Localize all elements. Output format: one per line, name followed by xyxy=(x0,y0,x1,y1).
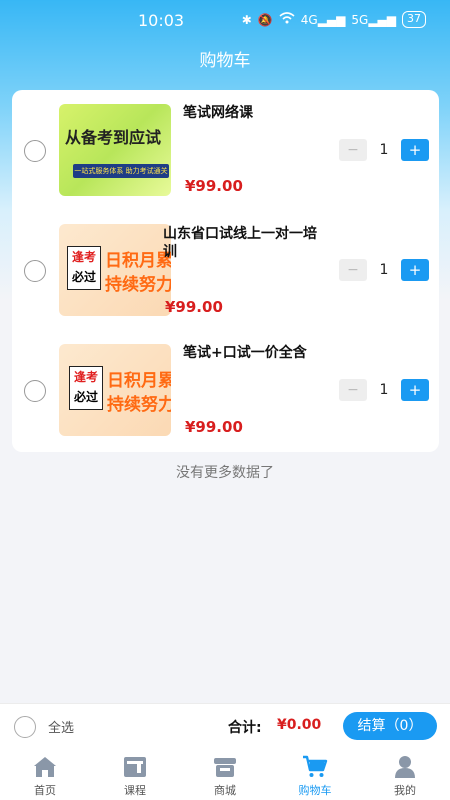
end-of-list-text: 没有更多数据了 xyxy=(176,465,274,481)
status-time: 10:03 xyxy=(138,11,185,30)
tab-course[interactable]: 课程 xyxy=(90,749,180,800)
quantity-value: 1 xyxy=(379,382,389,398)
mute-icon: 🔕 xyxy=(257,12,273,27)
item-price: ¥99.00 xyxy=(185,177,243,195)
item-thumbnail[interactable]: 从备考到应试 一站式服务体系 助力考试通关 xyxy=(59,104,171,196)
thumb-stamp-line-2: 必过 xyxy=(71,270,96,284)
wifi-icon xyxy=(279,12,295,27)
select-all-radio[interactable] xyxy=(14,716,36,738)
thumb-line-2: 持续努力 xyxy=(107,395,171,415)
quantity-stepper: − 1 + xyxy=(339,259,429,281)
decrease-button[interactable]: − xyxy=(339,379,367,401)
total-value: ¥0.00 xyxy=(277,717,322,733)
item-title[interactable]: 笔试+口试一价全含 xyxy=(183,344,307,362)
thumb-line-1: 日积月累 xyxy=(107,371,171,391)
increase-button[interactable]: + xyxy=(401,259,429,281)
cart-item: 逢考 必过 日积月累 持续努力 山东省口试线上一对一培训 ¥99.00 − 1 … xyxy=(12,210,439,330)
quantity-stepper: − 1 + xyxy=(339,139,429,161)
cart-item: 从备考到应试 一站式服务体系 助力考试通关 笔试网络课 ¥99.00 − 1 + xyxy=(12,90,439,210)
network-label-1: 4G xyxy=(300,12,318,27)
thumb-stamp: 逢考 必过 xyxy=(69,366,103,410)
store-icon xyxy=(214,758,236,777)
thumb-stamp-line-2: 必过 xyxy=(73,390,98,404)
profile-icon xyxy=(395,756,415,778)
item-title[interactable]: 山东省口试线上一对一培训 xyxy=(163,225,323,261)
cart-list: 从备考到应试 一站式服务体系 助力考试通关 笔试网络课 ¥99.00 − 1 +… xyxy=(12,90,439,452)
tab-label: 课程 xyxy=(124,784,146,797)
total-label: 合计: xyxy=(228,720,262,736)
thumb-stamp: 逢考 必过 xyxy=(67,246,101,290)
home-icon xyxy=(34,757,56,777)
tab-label: 购物车 xyxy=(298,784,332,797)
quantity-value: 1 xyxy=(379,262,389,278)
thumb-tag: 一站式服务体系 助力考试通关 xyxy=(73,164,169,178)
increase-button[interactable]: + xyxy=(401,139,429,161)
tab-label: 商城 xyxy=(214,784,236,797)
item-price: ¥99.00 xyxy=(165,298,223,316)
bottom-tab-bar: 首页 课程 商城 购物车 我的 xyxy=(0,749,450,800)
checkout-button[interactable]: 结算（0） xyxy=(343,712,437,740)
decrease-button[interactable]: − xyxy=(339,139,367,161)
thumb-headline: 从备考到应试 xyxy=(65,128,162,147)
checkout-bar: 全选 合计: ¥0.00 结算（0） xyxy=(0,703,450,749)
tab-store[interactable]: 商城 xyxy=(180,749,270,800)
item-price: ¥99.00 xyxy=(185,418,243,436)
cart-item: 逢考 必过 日积月累 持续努力 笔试+口试一价全含 ¥99.00 − 1 + xyxy=(12,330,439,450)
tab-home[interactable]: 首页 xyxy=(0,749,90,800)
tab-cart[interactable]: 购物车 xyxy=(270,749,360,800)
tab-label: 我的 xyxy=(394,784,416,797)
increase-button[interactable]: + xyxy=(401,379,429,401)
status-icons: ✱ 🔕 4G▂▄▆ 5G▂▄▆ 37 xyxy=(242,11,426,28)
item-thumbnail[interactable]: 逢考 必过 日积月累 持续努力 xyxy=(59,344,171,436)
item-select-radio[interactable] xyxy=(24,140,46,162)
bluetooth-icon: ✱ xyxy=(241,12,252,27)
thumb-line-2: 持续努力 xyxy=(105,275,171,295)
item-title[interactable]: 笔试网络课 xyxy=(183,104,253,122)
signal-4g-icon: 4G▂▄▆ xyxy=(300,12,346,27)
signal-5g-icon: 5G▂▄▆ xyxy=(351,12,396,27)
network-label-2: 5G xyxy=(351,12,369,27)
item-select-radio[interactable] xyxy=(24,260,46,282)
tab-label: 首页 xyxy=(34,784,56,797)
item-select-radio[interactable] xyxy=(24,380,46,402)
decrease-button[interactable]: − xyxy=(339,259,367,281)
item-thumbnail[interactable]: 逢考 必过 日积月累 持续努力 xyxy=(59,224,171,316)
cart-icon xyxy=(303,755,328,777)
quantity-stepper: − 1 + xyxy=(339,379,429,401)
status-bar: 10:03 ✱ 🔕 4G▂▄▆ 5G▂▄▆ 37 xyxy=(0,0,450,40)
thumb-stamp-line-1: 逢考 xyxy=(73,370,98,384)
battery-level: 37 xyxy=(407,12,421,25)
tab-profile[interactable]: 我的 xyxy=(360,749,450,800)
course-icon xyxy=(124,757,146,777)
page-title: 购物车 xyxy=(199,51,251,71)
quantity-value: 1 xyxy=(379,142,389,158)
thumb-line-1: 日积月累 xyxy=(105,251,171,271)
select-all-label[interactable]: 全选 xyxy=(48,717,74,736)
thumb-stamp-line-1: 逢考 xyxy=(71,250,96,264)
battery-icon: 37 xyxy=(402,11,426,28)
